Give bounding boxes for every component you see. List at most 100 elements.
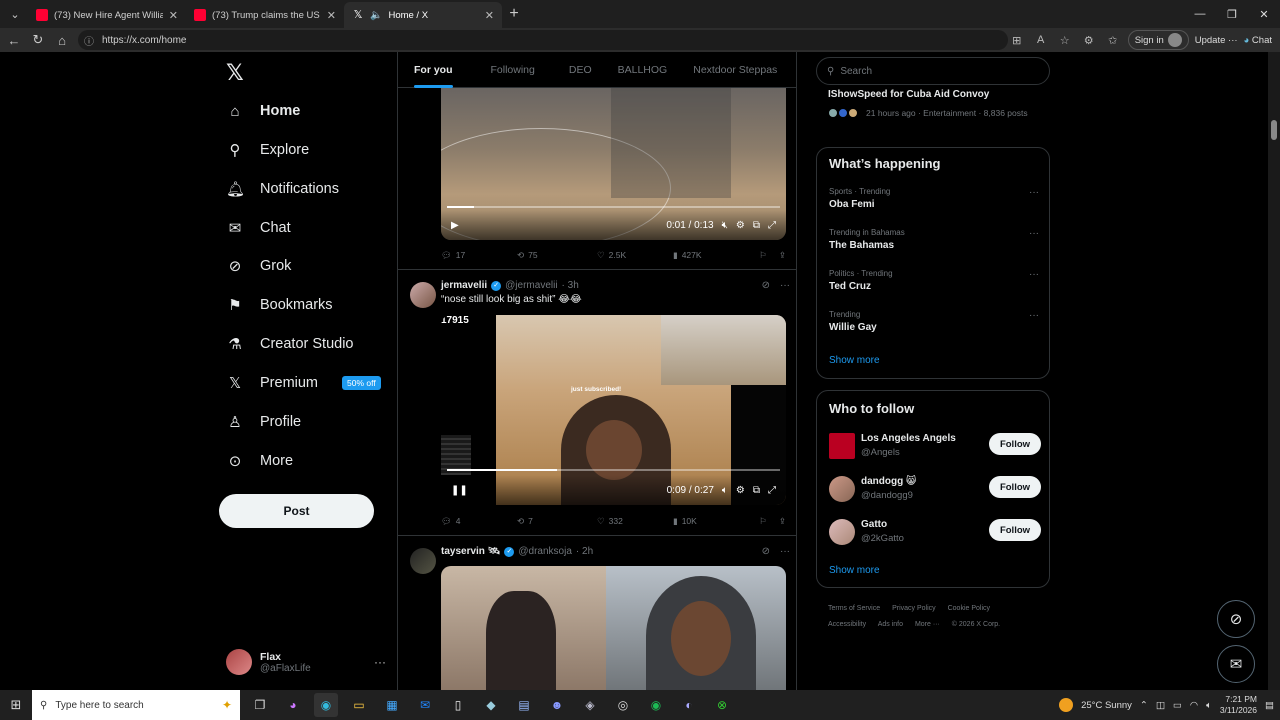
pause-icon[interactable]: ❚❚ [451, 485, 468, 496]
nav-more[interactable]: ⊙ More [226, 443, 293, 479]
refresh-icon[interactable]: ↻ [26, 32, 50, 48]
page-scrollbar[interactable] [1268, 52, 1280, 690]
notepad-icon[interactable]: ▯ [446, 693, 470, 717]
edge-icon[interactable]: ◉ [314, 693, 338, 717]
app-icon[interactable]: ▤ [512, 693, 536, 717]
mute-icon[interactable]: 🔇︎ [722, 220, 728, 231]
author-name[interactable]: tayservin 🛰 [441, 546, 500, 557]
app-icon[interactable]: ◐ [677, 693, 701, 717]
volume-icon[interactable]: 🔈︎ [1206, 700, 1212, 711]
follow-button[interactable]: Follow [989, 433, 1041, 455]
like-button[interactable]: ♡ 332 [597, 516, 673, 527]
obs-icon[interactable]: ◎ [611, 693, 635, 717]
more-dots-icon[interactable]: ··· [780, 546, 790, 557]
footer-link[interactable]: Ads info [878, 621, 903, 628]
clock[interactable]: 7:21 PM 3/11/2026 [1220, 694, 1257, 716]
footer-link[interactable]: More ··· [915, 621, 940, 628]
more-dots-icon[interactable]: ··· [780, 280, 790, 291]
nav-chat[interactable]: ✉ Chat [226, 210, 291, 246]
nav-grok[interactable]: ⊘ Grok [226, 248, 292, 284]
copilot-chat-button[interactable]: ◕ Chat [1244, 35, 1272, 46]
discord-icon[interactable]: ☻ [545, 693, 569, 717]
follow-suggestion[interactable]: dandogg 😸 @dandogg9 Follow [829, 476, 1041, 506]
tweet-time[interactable]: · 2h [576, 546, 593, 557]
tab-deo[interactable]: DEO [559, 52, 602, 88]
x-logo-icon[interactable]: 𝕏 [226, 60, 250, 85]
nav-home[interactable]: ⌂ Home [226, 93, 300, 129]
more-dots-icon[interactable]: ··· [1029, 310, 1039, 321]
fullscreen-icon[interactable]: ⤢ [768, 220, 776, 231]
views-button[interactable]: ▮ 427K [673, 250, 755, 261]
tab-nextdoor-steppas[interactable]: Nextdoor Steppas [683, 52, 787, 88]
tweet-video[interactable]: ▶ 0:01 / 0:13 🔇︎ ⚙ ⧉ ⤢ [441, 88, 786, 240]
volume-icon[interactable]: 🔈︎ [722, 485, 728, 496]
minimize-icon[interactable]: — [1184, 0, 1216, 28]
views-button[interactable]: ▮ 10K [673, 516, 755, 527]
follow-suggestion[interactable]: Gatto @2kGatto Follow [829, 519, 1041, 549]
more-dots-icon[interactable]: ··· [1029, 228, 1039, 239]
repost-button[interactable]: ⟲ 7 [517, 516, 597, 527]
post-button[interactable]: Post [219, 494, 374, 528]
favorites-icon[interactable]: ✩ [1104, 34, 1122, 47]
tweet-video[interactable]: 17915 just subscribed! ❚❚ 0:09 / 0:27 🔈︎… [441, 315, 786, 505]
back-icon[interactable]: ← [2, 33, 26, 48]
nav-explore[interactable]: ⚲ Explore [226, 132, 310, 168]
grok-icon[interactable]: ⊘ [762, 546, 770, 557]
update-button[interactable]: Update ··· [1195, 35, 1238, 46]
site-info-icon[interactable]: ⓘ [84, 33, 94, 48]
nav-bookmarks[interactable]: ⚑ Bookmarks [226, 287, 332, 323]
search-input[interactable]: ⚲ Search [816, 57, 1050, 85]
taskbar-search[interactable]: ⚲ Type here to search ✦ [32, 690, 240, 720]
footer-link[interactable]: Accessibility [828, 621, 866, 628]
fullscreen-icon[interactable]: ⤢ [768, 485, 776, 496]
trend-item[interactable]: Sports · Trending Oba Femi ··· [829, 187, 1039, 210]
share-icon[interactable]: ⇪ [779, 516, 786, 527]
author-handle[interactable]: @dranksoja [518, 546, 572, 557]
repost-button[interactable]: ⟲ 75 [517, 250, 597, 261]
copilot-icon[interactable]: ◕ [281, 693, 305, 717]
tab-actions-icon[interactable]: ⌄ [2, 3, 28, 25]
nav-creator-studio[interactable]: ⚗ Creator Studio [226, 326, 353, 362]
extensions-icon[interactable]: ⚙ [1080, 34, 1098, 47]
store-icon[interactable]: ▦ [380, 693, 404, 717]
file-explorer-icon[interactable]: ▭ [347, 693, 371, 717]
footer-link[interactable]: Privacy Policy [892, 605, 936, 612]
notifications-icon[interactable]: ▤ [1265, 700, 1274, 711]
video-progress-bar[interactable] [447, 206, 780, 208]
home-browser-icon[interactable]: ⌂ [50, 33, 74, 48]
trend-item[interactable]: Trending in Bahamas The Bahamas ··· [829, 228, 1039, 251]
app-icon[interactable]: ⊞ [1008, 34, 1026, 47]
nav-notifications[interactable]: 🔔︎ Notifications [226, 171, 339, 207]
speaker-icon[interactable]: 🔈 [370, 10, 382, 21]
read-aloud-icon[interactable]: A [1032, 34, 1050, 46]
footer-link[interactable]: Terms of Service [828, 605, 880, 612]
reply-button[interactable]: 💬︎ 17 [441, 250, 517, 261]
pip-icon[interactable]: ⧉ [753, 485, 760, 496]
browser-tab-1[interactable]: (73) New Hire Agent Williams Dic ✕ [28, 2, 186, 28]
grok-floating-button[interactable]: ⊘ [1217, 600, 1255, 638]
bookmark-icon[interactable]: ⚐ [759, 516, 767, 527]
tab-for-you[interactable]: For you [404, 52, 463, 88]
tab-following[interactable]: Following [481, 52, 545, 88]
app-tray-icon[interactable]: ▭ [1173, 700, 1182, 711]
network-icon[interactable]: ◫ [1156, 700, 1165, 711]
show-more-link[interactable]: Show more [829, 355, 880, 366]
trending-story-title[interactable]: IShowSpeed for Cuba Aid Convoy [828, 89, 989, 100]
nav-premium[interactable]: 𝕏 Premium 50% off [226, 365, 381, 401]
tweet-time[interactable]: · 3h [562, 280, 579, 291]
close-tab-icon[interactable]: ✕ [169, 9, 178, 22]
app-icon[interactable]: ◆ [479, 693, 503, 717]
more-dots-icon[interactable]: ··· [1029, 187, 1039, 198]
browser-tab-3[interactable]: 𝕏 🔈 Home / X ✕ [344, 2, 502, 28]
show-more-link[interactable]: Show more [829, 565, 880, 576]
pip-icon[interactable]: ⧉ [753, 220, 760, 231]
video-progress-bar[interactable] [447, 469, 780, 471]
tray-chevron-icon[interactable]: ⌃ [1140, 700, 1148, 711]
outlook-icon[interactable]: ✉ [413, 693, 437, 717]
wifi-icon[interactable]: ◠ [1190, 700, 1198, 711]
nav-profile[interactable]: ♙ Profile [226, 404, 301, 440]
close-tab-icon[interactable]: ✕ [485, 9, 494, 22]
close-window-icon[interactable]: ✕ [1248, 0, 1280, 28]
tab-ballhog[interactable]: BALLHOG [608, 52, 678, 88]
share-icon[interactable]: ⇪ [779, 250, 786, 261]
